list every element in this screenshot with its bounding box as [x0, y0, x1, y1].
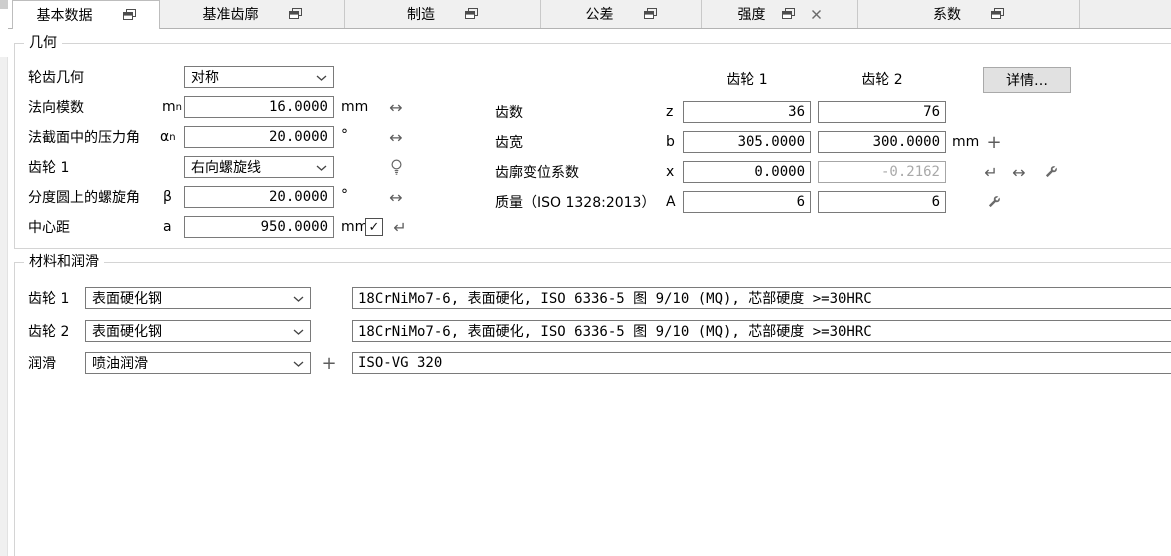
tabbar-filler — [1080, 0, 1171, 28]
plus-icon[interactable]: + — [985, 131, 1003, 153]
pressure-angle-unit: ° — [341, 124, 348, 146]
tab-coefficients-label: 系数 — [933, 4, 961, 24]
center-distance-symbol: a — [163, 216, 172, 238]
teeth-gear2-input[interactable]: 76 — [818, 101, 946, 123]
detach-window-icon[interactable] — [991, 8, 1004, 20]
tab-basic-data[interactable]: 基本数据 — [12, 0, 160, 29]
convert-swap-icon[interactable]: ↔ — [1009, 161, 1029, 183]
material-gear1-select[interactable]: 表面硬化钢 — [85, 287, 311, 309]
tab-tolerances-label: 公差 — [586, 4, 614, 24]
material-gear2-label: 齿轮 2 — [28, 320, 69, 342]
tab-strength-label: 强度 — [738, 4, 766, 24]
number-of-teeth-label: 齿数 — [495, 101, 523, 123]
material-gear2-description[interactable]: 18CrNiMo7-6, 表面硬化, ISO 6336-5 图 9/10 (MQ… — [352, 320, 1171, 342]
face-width-gear1-input[interactable]: 305.0000 — [683, 131, 811, 153]
center-distance-input[interactable]: 950.0000 — [184, 216, 334, 238]
material-gear1-label: 齿轮 1 — [28, 287, 69, 309]
tooth-geometry-value: 对称 — [191, 67, 219, 87]
detach-window-icon[interactable] — [289, 8, 302, 20]
gear2-column-header: 齿轮 2 — [818, 70, 946, 88]
tabbar-bottom-line — [8, 28, 1171, 29]
detach-window-icon[interactable] — [465, 8, 478, 20]
normal-module-symbol: mn — [162, 96, 182, 118]
convert-swap-icon[interactable]: ↔ — [386, 96, 406, 118]
normal-module-unit: mm — [341, 96, 368, 118]
tab-reference-profile-label: 基准齿廓 — [203, 4, 259, 24]
pressure-angle-symbol: αn — [160, 126, 176, 148]
gear1-helix-value: 右向螺旋线 — [191, 157, 261, 177]
lubrication-label: 润滑 — [28, 352, 56, 374]
helix-angle-label: 分度圆上的螺旋角 — [28, 186, 140, 208]
close-tab-icon[interactable] — [811, 9, 822, 20]
helix-angle-symbol: β — [163, 186, 172, 208]
chevron-down-icon — [293, 361, 304, 367]
calculate-return-icon[interactable]: ↵ — [390, 216, 410, 238]
wrench-icon[interactable] — [986, 191, 1002, 213]
geometry-group-label: 几何 — [24, 35, 62, 51]
detach-window-icon[interactable] — [644, 8, 657, 20]
material-gear2-value: 表面硬化钢 — [92, 321, 162, 341]
helix-angle-unit: ° — [341, 184, 348, 206]
profile-shift-gear1-input[interactable]: 0.0000 — [683, 161, 811, 183]
pressure-angle-label: 法截面中的压力角 — [28, 126, 140, 148]
gear1-helix-label: 齿轮 1 — [28, 156, 69, 178]
face-width-symbol: b — [666, 131, 675, 153]
profile-shift-label: 齿廓变位系数 — [495, 161, 579, 183]
profile-shift-gear2-input: -0.2162 — [818, 161, 946, 183]
face-width-unit: mm — [952, 131, 979, 153]
quality-symbol: A — [666, 191, 676, 213]
pressure-angle-input[interactable]: 20.0000 — [184, 126, 334, 148]
material-gear2-select[interactable]: 表面硬化钢 — [85, 320, 311, 342]
lubrication-description[interactable]: ISO-VG 320 — [352, 352, 1171, 374]
tab-reference-profile[interactable]: 基准齿廓 — [160, 0, 345, 28]
tab-coefficients[interactable]: 系数 — [858, 0, 1080, 28]
window-corner-handle — [0, 0, 8, 9]
quality-label: 质量（ISO 1328:2013） — [495, 191, 655, 213]
chevron-down-icon — [316, 75, 327, 81]
left-panel-edge — [0, 57, 8, 556]
detach-window-icon[interactable] — [123, 9, 136, 21]
tab-strength[interactable]: 强度 — [702, 0, 858, 28]
tooth-geometry-label: 轮齿几何 — [28, 66, 84, 88]
chevron-down-icon — [293, 329, 304, 335]
detach-window-icon[interactable] — [782, 8, 795, 20]
details-button[interactable]: 详情… — [983, 67, 1071, 93]
gear1-helix-select[interactable]: 右向螺旋线 — [184, 156, 334, 178]
material-gear1-description[interactable]: 18CrNiMo7-6, 表面硬化, ISO 6336-5 图 9/10 (MQ… — [352, 287, 1171, 309]
chevron-down-icon — [293, 296, 304, 302]
lubrication-select[interactable]: 喷油润滑 — [85, 352, 311, 374]
number-of-teeth-symbol: z — [666, 101, 673, 123]
gear1-column-header: 齿轮 1 — [683, 70, 811, 88]
lightbulb-icon[interactable] — [388, 156, 404, 178]
normal-module-input[interactable]: 16.0000 — [184, 96, 334, 118]
center-distance-checkbox[interactable]: ✓ — [365, 218, 383, 236]
lubrication-value: 喷油润滑 — [92, 353, 148, 373]
plus-icon[interactable]: + — [320, 352, 338, 374]
quality-gear2-input[interactable]: 6 — [818, 191, 946, 213]
tab-tolerances[interactable]: 公差 — [541, 0, 702, 28]
material-gear1-value: 表面硬化钢 — [92, 288, 162, 308]
material-group-label: 材料和润滑 — [24, 254, 104, 270]
calculate-return-icon[interactable]: ↵ — [981, 161, 1001, 183]
wrench-icon[interactable] — [1043, 161, 1059, 183]
profile-shift-symbol: x — [666, 161, 674, 183]
tab-manufacturing[interactable]: 制造 — [345, 0, 541, 28]
checkmark-icon: ✓ — [369, 220, 380, 235]
tab-basic-data-label: 基本数据 — [37, 5, 93, 25]
helix-angle-input[interactable]: 20.0000 — [184, 186, 334, 208]
quality-gear1-input[interactable]: 6 — [683, 191, 811, 213]
teeth-gear1-input[interactable]: 36 — [683, 101, 811, 123]
face-width-gear2-input[interactable]: 300.0000 — [818, 131, 946, 153]
tooth-geometry-select[interactable]: 对称 — [184, 66, 334, 88]
center-distance-label: 中心距 — [28, 216, 70, 238]
convert-swap-icon[interactable]: ↔ — [386, 126, 406, 148]
face-width-label: 齿宽 — [495, 131, 523, 153]
chevron-down-icon — [316, 165, 327, 171]
convert-swap-icon[interactable]: ↔ — [386, 186, 406, 208]
gear-basic-data-window: 基本数据 基准齿廓 制造 公差 强度 — [0, 0, 1171, 556]
normal-module-label: 法向模数 — [28, 96, 84, 118]
tab-manufacturing-label: 制造 — [407, 4, 435, 24]
